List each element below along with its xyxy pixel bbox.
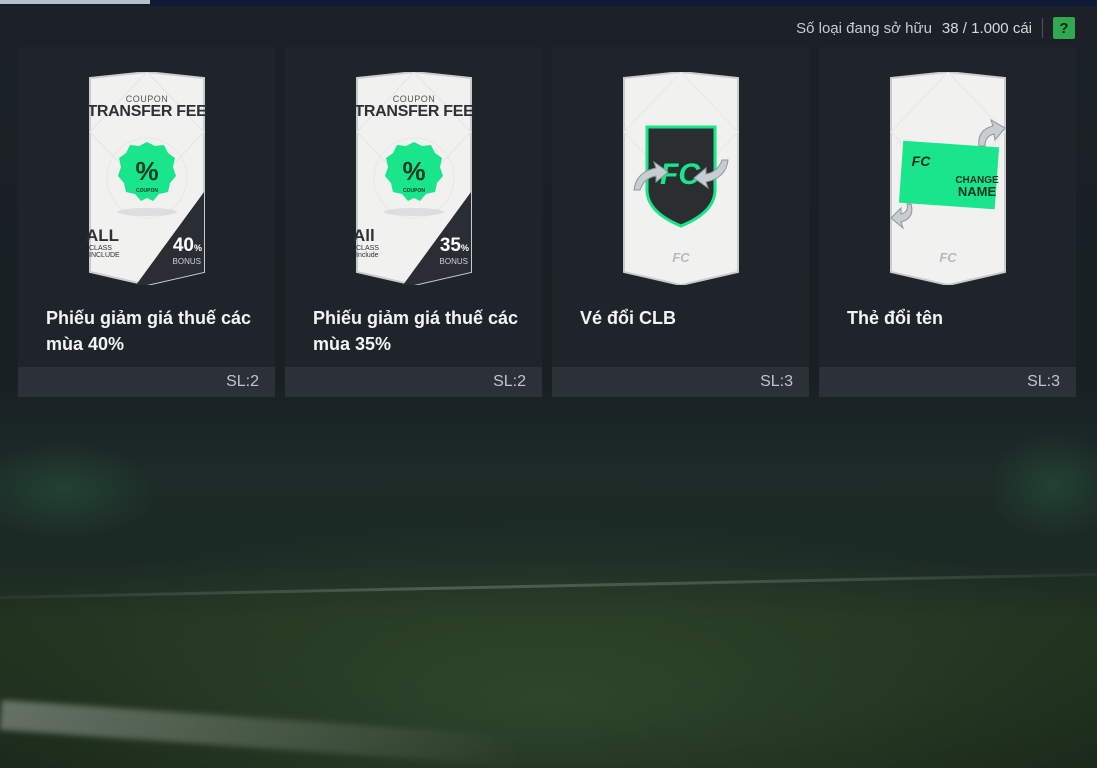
- card-all-label: All: [353, 226, 375, 245]
- background-glow-right: [987, 430, 1097, 540]
- item-club-change-ticket[interactable]: FC FC Vé đổi CLB SL:3: [552, 47, 809, 397]
- item-quantity: SL:2: [285, 367, 542, 397]
- club-change-card-art: FC FC: [623, 72, 739, 285]
- pitch-marking: [0, 699, 521, 767]
- svg-text:FC: FC: [939, 250, 957, 265]
- svg-text:FC: FC: [912, 153, 932, 169]
- item-quantity: SL:3: [819, 367, 1076, 397]
- card-title: TRANSFER FEE: [354, 103, 474, 120]
- svg-text:FC: FC: [660, 158, 701, 191]
- pitch-line: [0, 573, 1097, 599]
- item-name: Phiếu giảm giá thuế các mùa 40%: [46, 308, 252, 354]
- card-class-label: CLASS INCLUDE: [89, 245, 120, 259]
- name-change-card: FC FC CHANGE NAME: [881, 72, 1015, 285]
- svg-text:%: %: [135, 156, 158, 186]
- item-quantity: SL:3: [552, 367, 809, 397]
- help-button[interactable]: ?: [1053, 17, 1075, 39]
- background-glow-left: [0, 440, 160, 540]
- owned-types-counter: Số loại đang sở hữu 38 / 1.000 cái ?: [796, 16, 1075, 40]
- item-name: Vé đổi CLB: [580, 308, 677, 328]
- card-change-name-label: CHANGE NAME: [955, 175, 999, 199]
- item-grid: % COUPON COUPON TRANSFER FEE ALL CLASS IN…: [18, 47, 1076, 397]
- card-title: TRANSFER FEE: [87, 103, 207, 120]
- card-bonus-label: BONUS: [172, 257, 201, 266]
- item-name-change-card[interactable]: FC FC CHANGE NAME Thẻ đổi tên SL:3: [819, 47, 1076, 397]
- owned-label: Số loại đang sở hữu: [796, 19, 932, 37]
- svg-text:COUPON: COUPON: [136, 188, 158, 194]
- card-class-label: CLASS Include: [356, 245, 379, 259]
- top-bar-progress: [0, 0, 150, 4]
- svg-text:COUPON: COUPON: [403, 188, 425, 194]
- svg-text:%: %: [402, 156, 425, 186]
- owned-count: 38 / 1.000 cái: [941, 19, 1032, 37]
- card-bonus-percent: 40%: [172, 235, 202, 256]
- svg-text:FC: FC: [672, 250, 690, 265]
- club-change-card: FC FC: [614, 72, 748, 285]
- transfer-fee-coupon-card: % COUPON COUPON TRANSFER FEE ALL CLASS IN…: [80, 72, 214, 285]
- transfer-fee-coupon-card: % COUPON COUPON TRANSFER FEE All CLASS In…: [347, 72, 481, 285]
- item-transfer-coupon-40[interactable]: % COUPON COUPON TRANSFER FEE ALL CLASS IN…: [18, 47, 275, 397]
- divider: [1042, 18, 1043, 38]
- card-bonus-percent: 35%: [439, 235, 469, 256]
- card-bonus-label: BONUS: [439, 257, 468, 266]
- item-transfer-coupon-35[interactable]: % COUPON COUPON TRANSFER FEE All CLASS In…: [285, 47, 542, 397]
- item-name: Phiếu giảm giá thuế các mùa 35%: [313, 308, 519, 354]
- card-all-label: ALL: [86, 226, 120, 245]
- item-name: Thẻ đổi tên: [847, 308, 943, 328]
- top-bar: [0, 0, 1097, 6]
- item-quantity: SL:2: [18, 367, 275, 397]
